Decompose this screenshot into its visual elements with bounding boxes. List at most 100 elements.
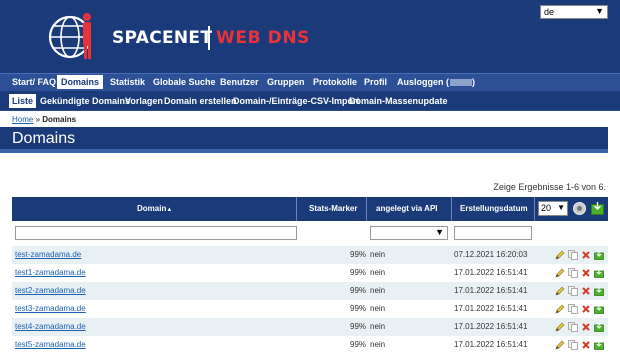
table-row: test-zamadama.de 99% nein 07.12.2021 16:20:… xyxy=(12,246,608,264)
delete-icon[interactable] xyxy=(581,250,591,260)
page-size-select[interactable]: 20 ▼ xyxy=(538,201,568,216)
logo-globe-icon xyxy=(48,13,92,59)
export-icon[interactable] xyxy=(594,340,604,350)
logo-accent-text: WEB DNS xyxy=(216,28,311,48)
nav-item-start-faq[interactable]: Start/ FAQ xyxy=(12,77,56,87)
results-count: Zeige Ergebnisse 1-6 von 6. xyxy=(493,182,606,192)
subnav-item-vorlagen[interactable]: Vorlagen xyxy=(125,96,163,106)
domain-cell: test5-zamadama.de xyxy=(15,340,86,349)
edit-icon[interactable] xyxy=(555,340,565,350)
table-row: test4-zamadama.de 99% nein 17.01.2022 16:51… xyxy=(12,318,608,336)
breadcrumb-current: Domains xyxy=(42,115,77,124)
copy-icon[interactable] xyxy=(568,286,578,296)
api-cell: nein xyxy=(370,340,386,349)
created-cell: 17.01.2022 16:51:41 xyxy=(454,340,528,349)
delete-icon[interactable] xyxy=(581,322,591,332)
nav-item-benutzer[interactable]: Benutzer xyxy=(220,77,259,87)
delete-icon[interactable] xyxy=(581,340,591,350)
column-divider xyxy=(366,197,367,221)
copy-icon[interactable] xyxy=(568,322,578,332)
domain-link[interactable]: test-zamadama.de xyxy=(15,250,81,259)
created-cell: 17.01.2022 16:51:41 xyxy=(454,322,528,331)
table-row: test2-zamadama.de 99% nein 17.01.2022 16:51… xyxy=(12,282,608,300)
delete-icon[interactable] xyxy=(581,304,591,314)
logout-close: ) xyxy=(472,77,475,87)
nav-item-profil[interactable]: Profil xyxy=(364,77,387,87)
copy-icon[interactable] xyxy=(568,340,578,350)
delete-icon[interactable] xyxy=(581,286,591,296)
column-header-api[interactable]: angelegt via API xyxy=(376,204,438,213)
nav-item-protokolle[interactable]: Protokolle xyxy=(313,77,357,87)
column-header-domain[interactable]: Domain▲ xyxy=(137,204,172,213)
api-cell: nein xyxy=(370,304,386,313)
column-header-created[interactable]: Erstellungsdatum xyxy=(460,204,528,213)
domain-cell: test1-zamadama.de xyxy=(15,268,86,277)
subnav-item-domain-erstellen[interactable]: Domain erstellen xyxy=(164,96,237,106)
subnav-item-liste[interactable]: Liste xyxy=(9,94,37,108)
subnav-item-gekuendigte-domains[interactable]: Gekündigte Domains xyxy=(40,96,130,106)
created-cell: 07.12.2021 16:20:03 xyxy=(454,250,528,259)
stats-marker-cell: 99% xyxy=(350,286,367,295)
domain-link[interactable]: test4-zamadama.de xyxy=(15,322,86,331)
domain-link[interactable]: test2-zamadama.de xyxy=(15,286,86,295)
copy-icon[interactable] xyxy=(568,268,578,278)
copy-icon[interactable] xyxy=(568,250,578,260)
stats-marker-cell: 99% xyxy=(350,268,367,277)
edit-icon[interactable] xyxy=(555,322,565,332)
nav-item-domains[interactable]: Domains xyxy=(57,75,104,89)
column-divider xyxy=(296,197,297,221)
domain-cell: test2-zamadama.de xyxy=(15,286,86,295)
created-cell: 17.01.2022 16:51:41 xyxy=(454,304,528,313)
redacted-username xyxy=(450,79,472,87)
nav-item-logout[interactable]: Ausloggen () xyxy=(397,77,475,87)
subnav-item-csv-import[interactable]: Domain-/Einträge-CSV-Import xyxy=(233,96,360,106)
domain-link[interactable]: test1-zamadama.de xyxy=(15,268,86,277)
edit-icon[interactable] xyxy=(555,286,565,296)
export-icon[interactable] xyxy=(594,268,604,278)
stats-marker-cell: 99% xyxy=(350,304,367,313)
breadcrumb-home-link[interactable]: Home xyxy=(12,115,33,124)
language-select[interactable]: de ▼ xyxy=(540,5,608,19)
table-row: test5-zamadama.de 99% nein 17.01.2022 16:51… xyxy=(12,336,608,354)
domain-link[interactable]: test5-zamadama.de xyxy=(15,340,86,349)
api-cell: nein xyxy=(370,268,386,277)
created-cell: 17.01.2022 16:51:41 xyxy=(454,286,528,295)
logo-separator xyxy=(208,26,210,50)
edit-icon[interactable] xyxy=(555,268,565,278)
api-cell: nein xyxy=(370,322,386,331)
export-icon[interactable] xyxy=(594,304,604,314)
edit-icon[interactable] xyxy=(555,250,565,260)
domain-cell: test4-zamadama.de xyxy=(15,322,86,331)
subnav-item-massenupdate[interactable]: Domain-Massenupdate xyxy=(349,96,448,106)
date-filter-input[interactable] xyxy=(454,226,532,240)
add-domain-icon[interactable] xyxy=(591,201,604,215)
nav-item-statistik[interactable]: Statistik xyxy=(110,77,145,87)
column-divider xyxy=(534,197,535,221)
page-size-value: 20 xyxy=(541,203,552,213)
nav-item-gruppen[interactable]: Gruppen xyxy=(267,77,305,87)
domain-link[interactable]: test3-zamadama.de xyxy=(15,304,86,313)
export-icon[interactable] xyxy=(594,322,604,332)
chevron-down-icon: ▼ xyxy=(557,203,565,212)
column-header-stats-marker[interactable]: Stats-Marker xyxy=(309,204,357,213)
reset-filter-icon[interactable] xyxy=(573,202,586,215)
api-cell: nein xyxy=(370,250,386,259)
domain-cell: test-zamadama.de xyxy=(15,250,81,259)
primary-nav: Start/ FAQ Domains Statistik Globale Suc… xyxy=(0,73,620,91)
edit-icon[interactable] xyxy=(555,304,565,314)
domain-filter-input[interactable] xyxy=(15,226,297,240)
filter-row: ▼ xyxy=(12,221,608,245)
column-header-domain-label: Domain xyxy=(137,204,167,213)
breadcrumb: Home » Domains xyxy=(12,115,76,124)
export-icon[interactable] xyxy=(594,250,604,260)
secondary-nav: Liste Gekündigte Domains Vorlagen Domain… xyxy=(0,91,620,111)
table-row: test3-zamadama.de 99% nein 17.01.2022 16:51… xyxy=(12,300,608,318)
delete-icon[interactable] xyxy=(581,268,591,278)
page-title: Domains xyxy=(12,130,76,147)
logo-text: SPACENET xyxy=(112,28,213,48)
stats-marker-cell: 99% xyxy=(350,250,367,259)
api-filter-select[interactable]: ▼ xyxy=(370,226,448,240)
copy-icon[interactable] xyxy=(568,304,578,314)
export-icon[interactable] xyxy=(594,286,604,296)
nav-item-globale-suche[interactable]: Globale Suche xyxy=(153,77,216,87)
